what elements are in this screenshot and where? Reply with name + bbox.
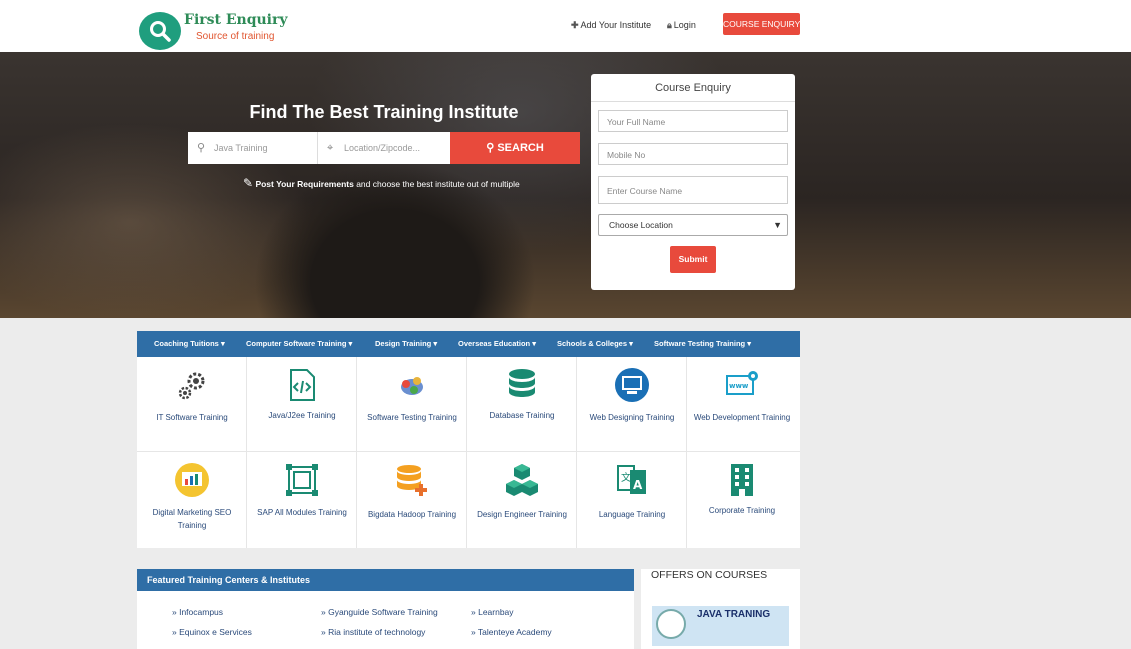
- hero-banner: Find The Best Training Institute ⚲ Java T…: [0, 52, 1131, 318]
- category-label: Design Engineer Training: [477, 510, 567, 519]
- plus-icon: ✚: [571, 20, 579, 30]
- offers-panel: OFFERS ON COURSES JAVA TRANING: [641, 569, 800, 649]
- chevron-down-icon: ▼: [773, 220, 782, 230]
- location-icon: ⌖: [327, 142, 334, 154]
- course-name-input[interactable]: Enter Course Name: [598, 176, 788, 204]
- category-label: Database Training: [489, 411, 555, 420]
- category-language[interactable]: 文 A Language Training: [577, 452, 687, 548]
- login-link[interactable]: 🔒︎ Login: [667, 20, 696, 31]
- code-file-icon: [290, 369, 315, 401]
- category-corporate[interactable]: Corporate Training: [687, 452, 800, 548]
- category-it-software[interactable]: IT Software Training: [137, 357, 247, 452]
- offer-banner-text: JAVA TRANING: [697, 609, 771, 620]
- category-digital-marketing[interactable]: Digital Marketing SEO Training: [137, 452, 247, 548]
- post-requirements-text: and choose the best institute out of mul…: [353, 179, 520, 189]
- database-icon: [509, 369, 535, 397]
- category-label: SAP All Modules Training: [257, 508, 347, 517]
- edit-icon: ✎: [243, 176, 254, 190]
- featured-title: Featured Training Centers & Institutes: [137, 569, 634, 591]
- offers-title: OFFERS ON COURSES: [651, 569, 768, 581]
- enquiry-form-title: Course Enquiry: [591, 74, 795, 102]
- add-institute-link[interactable]: ✚ Add Your Institute: [571, 20, 651, 31]
- category-label: Digital Marketing SEO Training: [152, 508, 232, 530]
- search-icon: ⚲: [486, 142, 498, 154]
- location-select-value: Choose Location: [609, 220, 673, 230]
- category-bigdata-hadoop[interactable]: Bigdata Hadoop Training: [357, 452, 467, 548]
- category-database[interactable]: Database Training: [467, 357, 577, 452]
- magnifier-icon: [139, 12, 181, 50]
- submit-button[interactable]: Submit: [670, 246, 716, 273]
- featured-link[interactable]: » Gyanguide Software Training: [321, 607, 438, 617]
- site-logo[interactable]: First Enquiry Source of training: [139, 10, 289, 52]
- category-label: Web Designing Training: [589, 413, 675, 422]
- nav-coaching-tuitions[interactable]: Coaching Tuitions ▾: [154, 331, 225, 357]
- web-design-icon: [615, 368, 649, 402]
- category-label: Web Development Training: [693, 413, 791, 422]
- category-label: Corporate Training: [708, 506, 776, 515]
- category-label: Bigdata Hadoop Training: [367, 510, 457, 519]
- svg-text:A: A: [633, 478, 643, 492]
- svg-text:www: www: [729, 382, 749, 390]
- post-requirements-link[interactable]: Post Your Requirements: [255, 179, 353, 189]
- full-name-input[interactable]: Your Full Name: [598, 110, 788, 132]
- gears-icon: [178, 372, 205, 400]
- category-design-engineer[interactable]: Design Engineer Training: [467, 452, 577, 548]
- map-pin-icon: ⚲: [197, 142, 206, 154]
- category-web-development[interactable]: www Web Development Training: [687, 357, 800, 452]
- location-search-input[interactable]: ⌖ Location/Zipcode...: [318, 132, 450, 164]
- category-label: IT Software Training: [156, 413, 228, 422]
- modules-icon: [286, 464, 318, 496]
- web-development-icon: www: [726, 371, 758, 395]
- featured-link[interactable]: » Learnbay: [471, 607, 514, 617]
- category-label: Java/J2ee Training: [268, 411, 336, 420]
- nav-software-testing-training[interactable]: Software Testing Training ▾: [654, 331, 751, 357]
- hero-title: Find The Best Training Institute: [249, 102, 519, 122]
- search-button-label: SEARCH: [497, 142, 544, 154]
- site-header: First Enquiry Source of training ✚ Add Yo…: [0, 0, 1131, 52]
- category-nav: Coaching Tuitions ▾ Computer Software Tr…: [137, 331, 800, 357]
- language-icon: 文 A: [617, 465, 646, 494]
- offer-banner[interactable]: JAVA TRANING: [652, 606, 789, 646]
- search-bar: ⚲ Java Training ⌖ Location/Zipcode... ⚲ SE…: [188, 132, 580, 164]
- course-enquiry-button[interactable]: COURSE ENQUIRY: [723, 13, 800, 35]
- featured-link[interactable]: » Infocampus: [172, 607, 223, 617]
- category-java[interactable]: Java/J2ee Training: [247, 357, 357, 452]
- mobile-input[interactable]: Mobile No: [598, 143, 788, 165]
- login-label: Login: [673, 20, 696, 30]
- category-label: Software Testing Training: [367, 413, 457, 422]
- featured-institutes: Featured Training Centers & Institutes »…: [137, 569, 634, 649]
- post-requirements-line: ✎ Post Your Requirements and choose the …: [243, 176, 520, 190]
- course-search-placeholder: Java Training: [214, 143, 268, 153]
- add-institute-label: Add Your Institute: [580, 20, 652, 30]
- nav-design-training[interactable]: Design Training ▾: [375, 331, 437, 357]
- logo-title: First Enquiry: [184, 12, 288, 28]
- category-grid: IT Software Training Java/J2ee Training …: [137, 357, 800, 548]
- offer-logo-icon: [656, 609, 686, 639]
- location-select[interactable]: Choose Location ▼: [598, 214, 788, 236]
- category-web-designing[interactable]: Web Designing Training: [577, 357, 687, 452]
- search-button[interactable]: ⚲ SEARCH: [450, 132, 580, 164]
- course-search-input[interactable]: ⚲ Java Training: [188, 132, 318, 164]
- seo-chart-icon: [175, 463, 209, 497]
- cubes-icon: [506, 464, 538, 496]
- nav-computer-software-training[interactable]: Computer Software Training ▾: [246, 331, 352, 357]
- category-sap[interactable]: SAP All Modules Training: [247, 452, 357, 548]
- nav-overseas-education[interactable]: Overseas Education ▾: [458, 331, 536, 357]
- bigdata-icon: [397, 465, 427, 496]
- logo-subtitle: Source of training: [196, 31, 275, 42]
- building-icon: [731, 464, 753, 496]
- location-search-placeholder: Location/Zipcode...: [344, 143, 421, 153]
- category-label: Language Training: [598, 510, 666, 519]
- nav-schools-colleges[interactable]: Schools & Colleges ▾: [557, 331, 633, 357]
- lock-icon: 🔒︎: [667, 20, 672, 30]
- bug-test-icon: [401, 377, 423, 395]
- category-software-testing[interactable]: Software Testing Training: [357, 357, 467, 452]
- svg-text:文: 文: [621, 471, 631, 484]
- course-enquiry-form: Course Enquiry Your Full Name Mobile No …: [591, 74, 795, 290]
